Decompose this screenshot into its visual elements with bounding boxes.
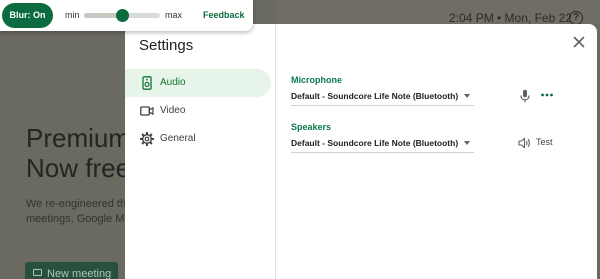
hero-title-line: Now free	[26, 153, 131, 183]
volume-icon	[518, 137, 530, 149]
speakers-selected: Default - Soundcore Life Note (Bluetooth…	[291, 138, 459, 148]
speaker-device-icon	[142, 76, 152, 90]
new-meeting-button[interactable]: New meeting	[25, 262, 118, 279]
hero-desc-line: We re-engineered th	[26, 198, 127, 210]
help-icon[interactable]: ?	[569, 11, 583, 25]
more-options-icon[interactable]	[540, 88, 554, 102]
slider-max-label: max	[165, 10, 183, 20]
dialog-title: Settings	[139, 37, 194, 54]
sidebar-item-general[interactable]: General	[125, 125, 271, 153]
settings-sidebar: Settings Audio Video General	[125, 24, 276, 279]
hero-description: We re-engineered th meetings, Google M	[26, 197, 126, 227]
test-label: Test	[536, 137, 553, 147]
sidebar-item-label: General	[160, 133, 196, 144]
microphone-select[interactable]: Default - Soundcore Life Note (Bluetooth…	[291, 87, 474, 106]
new-meeting-label: New meeting	[47, 268, 112, 279]
microphone-label: Microphone	[291, 75, 342, 85]
sidebar-item-audio[interactable]: Audio	[125, 69, 271, 97]
hero-title: Premium Now free	[26, 123, 130, 183]
gear-icon	[140, 132, 154, 146]
clock-text: 2:04 PM • Mon, Feb 22	[449, 11, 572, 25]
hero-title-line: Premium	[26, 123, 131, 153]
caret-down-icon	[464, 141, 470, 145]
slider-min-label: min	[65, 10, 80, 20]
caret-down-icon	[464, 94, 470, 98]
sidebar-item-label: Audio	[160, 77, 186, 88]
close-icon[interactable]	[571, 34, 587, 50]
blur-toggle-button[interactable]: Blur: On	[2, 3, 53, 28]
speakers-label: Speakers	[291, 122, 332, 132]
feedback-link[interactable]: Feedback	[203, 10, 245, 20]
sidebar-item-video[interactable]: Video	[125, 97, 271, 125]
speakers-select[interactable]: Default - Soundcore Life Note (Bluetooth…	[291, 134, 474, 153]
microphone-icon[interactable]	[519, 89, 531, 103]
blur-slider[interactable]	[84, 9, 160, 22]
settings-dialog: Settings Audio Video General Microphone …	[125, 24, 597, 279]
blur-toolbar: Blur: On min max Feedback	[0, 0, 253, 31]
sidebar-item-label: Video	[160, 105, 186, 116]
hero-desc-line: meetings, Google M	[26, 213, 125, 225]
microphone-selected: Default - Soundcore Life Note (Bluetooth…	[291, 91, 459, 101]
blur-slider-thumb[interactable]	[116, 9, 129, 22]
video-camera-icon	[140, 106, 154, 116]
test-speakers-button[interactable]: Test	[518, 136, 558, 150]
video-plus-icon	[33, 269, 42, 276]
